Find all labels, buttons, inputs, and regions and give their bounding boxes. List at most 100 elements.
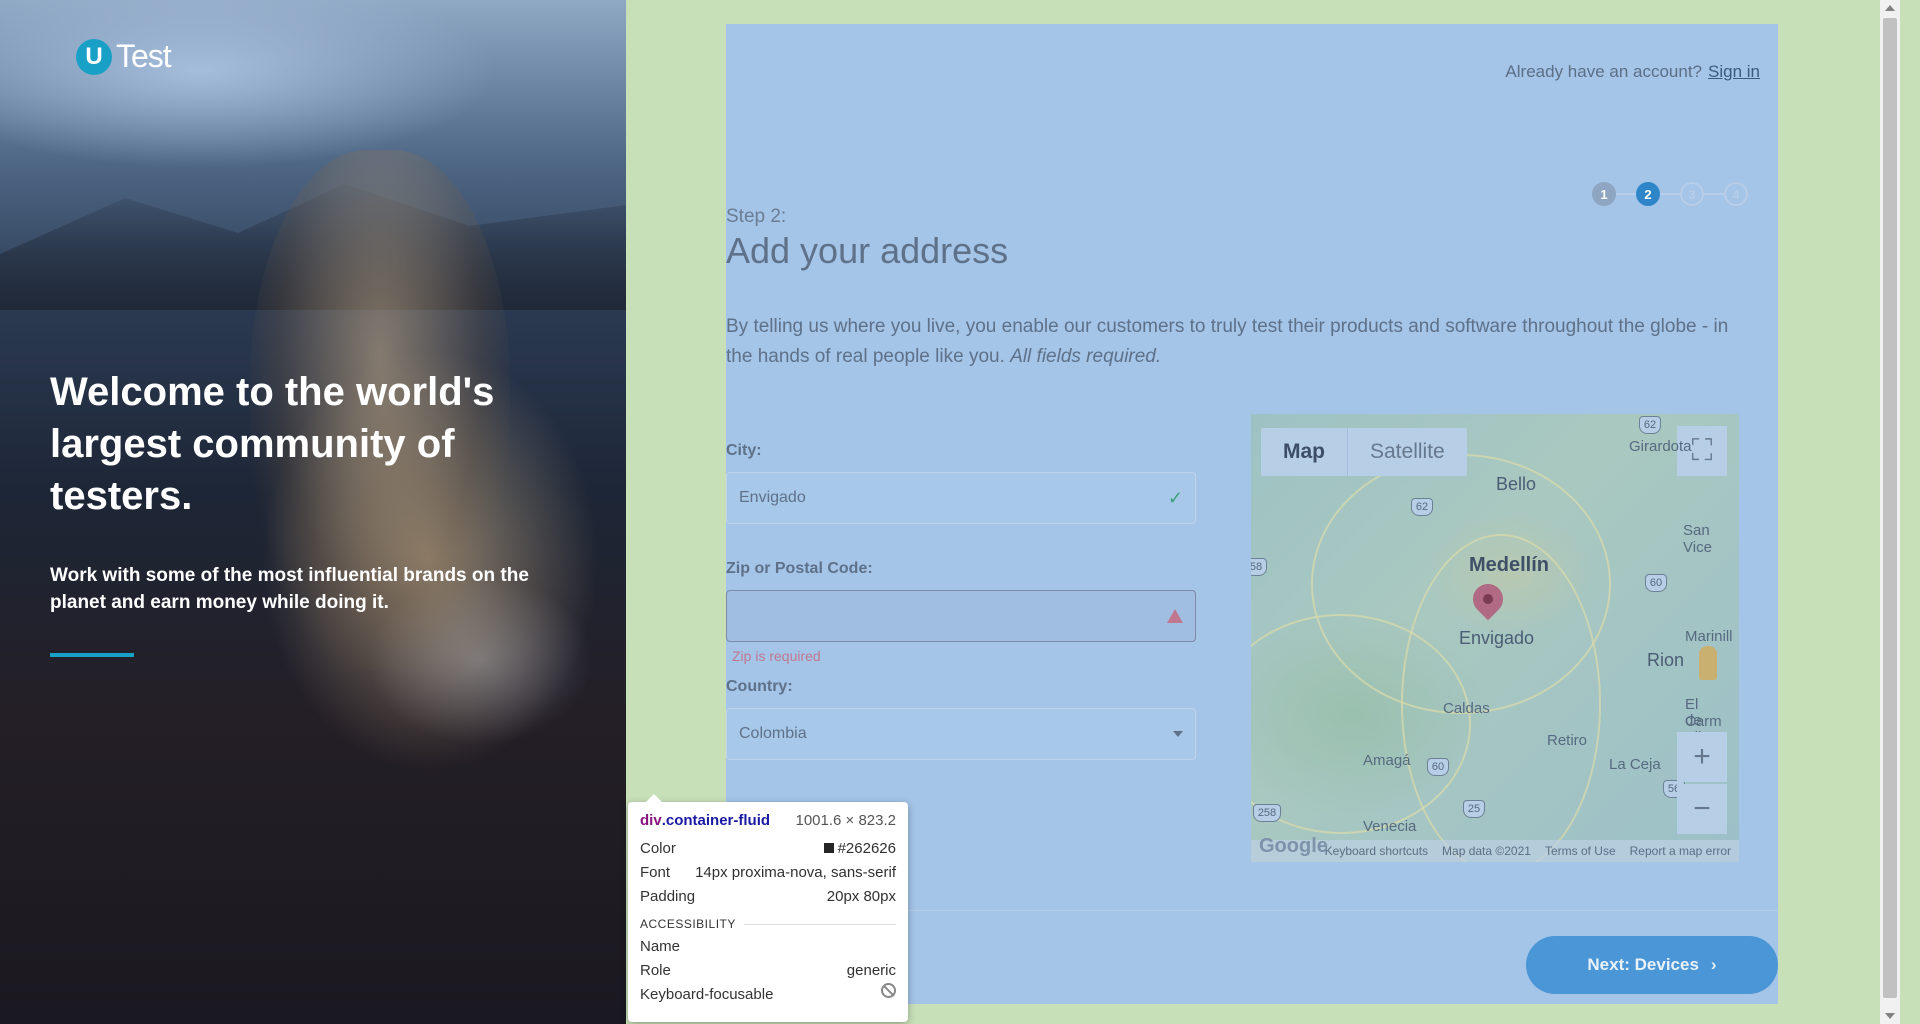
role-key: Role <box>640 962 671 979</box>
warning-icon <box>1167 609 1183 623</box>
zip-label: Zip or Postal Code: <box>726 560 873 577</box>
element-dimensions: 1001.6 × 823.2 <box>795 812 896 829</box>
page-scrollbar[interactable] <box>1880 0 1900 1024</box>
map-city-label: San Vice <box>1683 522 1712 556</box>
color-key: Color <box>640 840 676 857</box>
logo-text: Test <box>116 38 172 74</box>
tooltip-row-color: Color #262626 <box>640 837 896 861</box>
hero-panel: U Test Welcome to the world's largest co… <box>0 0 626 1024</box>
padding-value: 20px 80px <box>826 888 896 905</box>
next-devices-button[interactable]: Next: Devices › <box>1526 936 1778 994</box>
not-allowed-icon <box>881 983 896 998</box>
country-value: Colombia <box>739 725 807 742</box>
terms-of-use-link[interactable]: Terms of Use <box>1545 844 1616 858</box>
map-city-label: Girardota <box>1629 438 1692 455</box>
zip-field[interactable] <box>726 590 1196 642</box>
font-value: 14px proxima-nova, sans-serif <box>695 864 896 881</box>
map-city-label: Envigado <box>1459 628 1535 648</box>
step-label: Step 2: <box>726 206 787 227</box>
hero-subtitle: Work with some of the most influential b… <box>50 565 529 613</box>
map-city-label: La Ceja <box>1609 756 1661 773</box>
intro-body: By telling us where you live, you enable… <box>726 316 1729 367</box>
location-map[interactable]: Map Satellite ⛶ Girardota Bello San Vice… <box>1251 414 1739 862</box>
highway-shield: 62 <box>1411 498 1433 516</box>
zoom-out-icon[interactable]: − <box>1677 784 1727 834</box>
intro-required-note: All fields required. <box>1010 346 1162 367</box>
signin-prompt: Already have an account? Sign in <box>1505 62 1760 82</box>
map-city-label: Bello <box>1496 474 1537 494</box>
tooltip-row-name: Name <box>640 935 896 959</box>
step-1-dot: 1 <box>1592 182 1616 206</box>
utest-logo[interactable]: U Test <box>76 38 172 75</box>
step-4-dot: 4 <box>1724 182 1748 206</box>
map-city-label: Caldas <box>1443 700 1490 717</box>
map-tab-satellite[interactable]: Satellite <box>1347 428 1467 476</box>
role-value: generic <box>846 962 896 979</box>
step-connector <box>1616 193 1636 195</box>
already-account-text: Already have an account? <box>1505 62 1703 81</box>
scroll-up-arrow-icon[interactable] <box>1885 5 1895 11</box>
step-3-dot: 3 <box>1680 182 1704 206</box>
devtools-inspect-tooltip: div.container-fluid 1001.6 × 823.2 Color… <box>628 794 908 1022</box>
step-connector <box>1704 193 1724 195</box>
step-connector <box>1660 193 1680 195</box>
step-indicator: 1 2 3 4 <box>1592 182 1748 206</box>
map-city-label: Retiro <box>1547 732 1588 749</box>
window-edge <box>1900 0 1920 1024</box>
highway-shield: 62 <box>1639 416 1661 434</box>
name-key: Name <box>640 938 681 955</box>
padding-key: Padding <box>640 888 696 905</box>
checkmark-icon: ✓ <box>1167 487 1183 508</box>
highway-shield: 60 <box>1645 574 1667 592</box>
scroll-down-arrow-icon[interactable] <box>1885 1013 1895 1019</box>
hero-divider <box>50 653 134 657</box>
highway-shield: 60 <box>1427 758 1449 776</box>
zip-error-message: Zip is required <box>732 648 821 664</box>
map-tab-map[interactable]: Map <box>1261 428 1347 476</box>
map-type-tabs: Map Satellite <box>1261 428 1467 476</box>
chevron-right-icon: › <box>1710 955 1717 974</box>
google-logo[interactable]: Google <box>1259 835 1328 858</box>
city-label: City: <box>726 442 762 459</box>
selector-class: .container-fluid <box>661 812 771 829</box>
tooltip-row-padding: Padding 20px 80px <box>640 885 896 909</box>
chevron-down-icon <box>1173 731 1183 737</box>
hero-title: Welcome to the world's largest community… <box>50 370 495 518</box>
scroll-thumb[interactable] <box>1883 18 1897 998</box>
color-swatch <box>823 843 834 853</box>
map-city-label: Medellín <box>1469 554 1550 576</box>
map-city-label: Amagá <box>1363 752 1411 769</box>
logo-badge: U <box>76 38 112 75</box>
tooltip-row-role: Role generic <box>640 959 896 983</box>
tooltip-row-focusable: Keyboard-focusable <box>640 983 896 1007</box>
map-city-label: Marinill <box>1685 628 1733 645</box>
keyboard-shortcuts-link[interactable]: Keyboard shortcuts <box>1325 844 1428 858</box>
highway-shield: 25 <box>1463 800 1485 818</box>
sign-in-link[interactable]: Sign in <box>1708 62 1760 81</box>
focusable-key: Keyboard-focusable <box>640 986 774 1003</box>
highway-shield: 58 <box>1251 558 1267 576</box>
color-value-wrap: #262626 <box>823 837 896 861</box>
map-city-label: Rion <box>1647 650 1685 670</box>
step-2-dot: 2 <box>1636 182 1660 206</box>
city-field[interactable]: Envigado ✓ <box>726 472 1196 524</box>
report-map-error-link[interactable]: Report a map error <box>1630 844 1731 858</box>
element-selector: div.container-fluid <box>640 812 770 829</box>
street-view-pegman-icon[interactable] <box>1699 646 1717 680</box>
selector-tag: div <box>640 812 662 829</box>
highway-shield: 258 <box>1253 804 1281 822</box>
map-city-label: Venecia <box>1363 818 1417 835</box>
country-select[interactable]: Colombia <box>726 708 1196 760</box>
city-value: Envigado <box>739 489 806 506</box>
accessibility-section: ACCESSIBILITY <box>640 917 896 931</box>
tooltip-header: div.container-fluid 1001.6 × 823.2 <box>640 812 896 829</box>
country-label: Country: <box>726 678 793 695</box>
color-value: #262626 <box>837 840 896 857</box>
step-title: Add your address <box>726 230 1009 271</box>
next-button-label: Next: Devices <box>1587 955 1699 974</box>
tooltip-row-font: Font 14px proxima-nova, sans-serif <box>640 861 896 885</box>
font-key: Font <box>640 864 671 881</box>
intro-text: By telling us where you live, you enable… <box>726 312 1756 372</box>
map-data-text: Map data ©2021 <box>1442 844 1531 858</box>
zoom-in-icon[interactable]: + <box>1677 732 1727 782</box>
